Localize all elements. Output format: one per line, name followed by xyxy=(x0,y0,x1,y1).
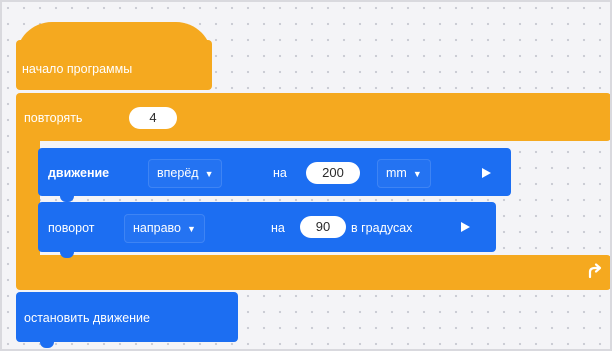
move-unit-dropdown[interactable]: mm ▼ xyxy=(377,159,431,188)
loop-arrow-icon xyxy=(585,262,603,280)
play-icon[interactable] xyxy=(482,168,491,178)
stop-block-notch xyxy=(40,341,54,348)
turn-direction-dropdown[interactable]: направо ▼ xyxy=(124,214,205,243)
move-direction-dropdown[interactable]: вперёд ▼ xyxy=(148,159,223,188)
turn-block[interactable] xyxy=(38,202,496,252)
repeat-block-footer xyxy=(16,255,611,290)
turn-unit-label: в градусах xyxy=(351,221,413,235)
turn-direction-value: направо xyxy=(133,221,181,235)
chevron-down-icon: ▼ xyxy=(186,224,196,234)
move-distance-input[interactable]: 200 xyxy=(306,162,360,184)
turn-on-label: на xyxy=(271,221,285,235)
move-block-label: движение xyxy=(48,166,110,180)
start-block-label: начало программы xyxy=(22,62,133,76)
stop-block-label: остановить движение xyxy=(24,311,150,325)
move-on-label: на xyxy=(273,166,287,180)
chevron-down-icon: ▼ xyxy=(412,169,422,179)
chevron-down-icon: ▼ xyxy=(204,169,214,179)
move-block-notch xyxy=(60,195,74,202)
turn-angle-input[interactable]: 90 xyxy=(300,216,346,238)
repeat-count-input[interactable]: 4 xyxy=(129,107,177,129)
move-unit-value: mm xyxy=(386,166,407,180)
repeat-block[interactable] xyxy=(16,93,611,141)
repeat-block-arm xyxy=(16,135,40,265)
turn-block-label: поворот xyxy=(48,221,95,235)
start-block-hat xyxy=(16,22,212,58)
move-direction-value: вперёд xyxy=(157,166,199,180)
repeat-block-label: повторять xyxy=(24,111,83,125)
play-icon[interactable] xyxy=(461,222,470,232)
